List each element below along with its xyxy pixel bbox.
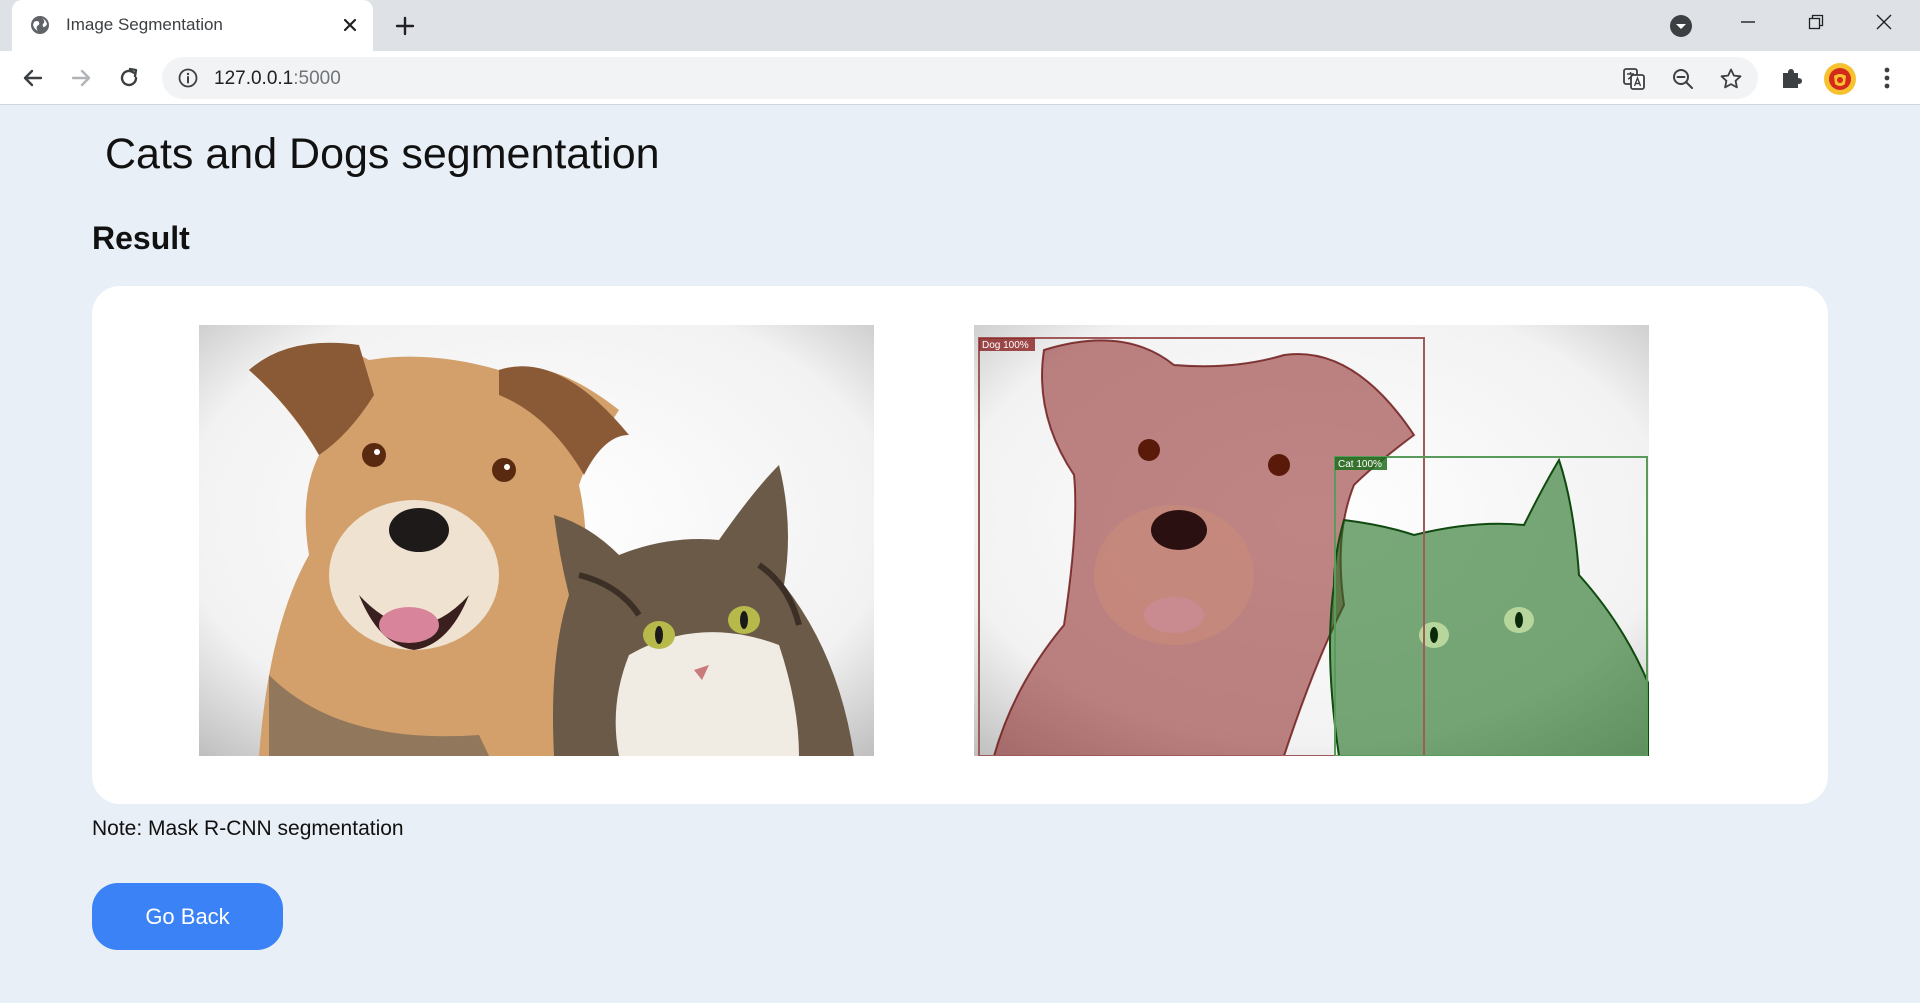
note-text: Note: Mask R-CNN segmentation <box>92 817 404 840</box>
forward-button[interactable] <box>66 63 96 93</box>
info-icon[interactable] <box>178 68 198 88</box>
dog-detection-label: Dog 100% <box>982 340 1029 351</box>
window-close-button[interactable] <box>1850 0 1918 44</box>
page-title: Cats and Dogs segmentation <box>105 130 660 178</box>
segmented-image: Dog 100% Cat 100% <box>974 325 1649 756</box>
chevron-down-icon[interactable] <box>1668 13 1694 39</box>
original-image <box>199 325 874 756</box>
restore-icon <box>1808 14 1824 30</box>
kebab-menu-icon[interactable] <box>1874 65 1900 91</box>
minimize-button[interactable] <box>1714 0 1782 44</box>
puzzle-icon[interactable] <box>1778 65 1804 91</box>
browser-tab[interactable]: Image Segmentation <box>12 0 373 51</box>
globe-icon <box>31 16 49 34</box>
tab-title: Image Segmentation <box>66 15 223 34</box>
restore-button[interactable] <box>1782 0 1850 44</box>
arrow-left-icon <box>23 69 43 87</box>
cat-detection-label: Cat 100% <box>1338 459 1382 470</box>
reload-button[interactable] <box>114 63 144 93</box>
browser-tabstrip: Image Segmentation <box>0 0 1920 51</box>
original-photo-illustration <box>199 325 874 756</box>
arrow-right-icon <box>71 69 91 87</box>
avatar[interactable] <box>1824 63 1856 95</box>
profile-crest-icon <box>1826 65 1854 93</box>
section-title: Result <box>92 220 190 256</box>
url-text[interactable]: 127.0.0.1:5000 <box>214 68 341 90</box>
segmented-photo-illustration: Dog 100% Cat 100% <box>974 325 1649 756</box>
window-close-icon <box>1876 14 1892 30</box>
star-icon[interactable] <box>1719 67 1743 91</box>
translate-icon[interactable] <box>1622 67 1646 91</box>
result-card: Dog 100% Cat 100% <box>92 286 1828 804</box>
reload-icon <box>120 67 138 87</box>
url-port: :5000 <box>293 68 341 89</box>
minimize-icon <box>1741 21 1755 23</box>
zoom-out-icon[interactable] <box>1671 67 1695 91</box>
go-back-button[interactable]: Go Back <box>92 883 283 950</box>
back-button[interactable] <box>18 63 48 93</box>
plus-icon[interactable] <box>391 12 419 40</box>
browser-toolbar: 127.0.0.1:5000 <box>0 51 1920 105</box>
close-icon[interactable] <box>339 14 361 36</box>
url-host: 127.0.0.1 <box>214 68 294 89</box>
address-bar[interactable]: 127.0.0.1:5000 <box>162 57 1758 99</box>
